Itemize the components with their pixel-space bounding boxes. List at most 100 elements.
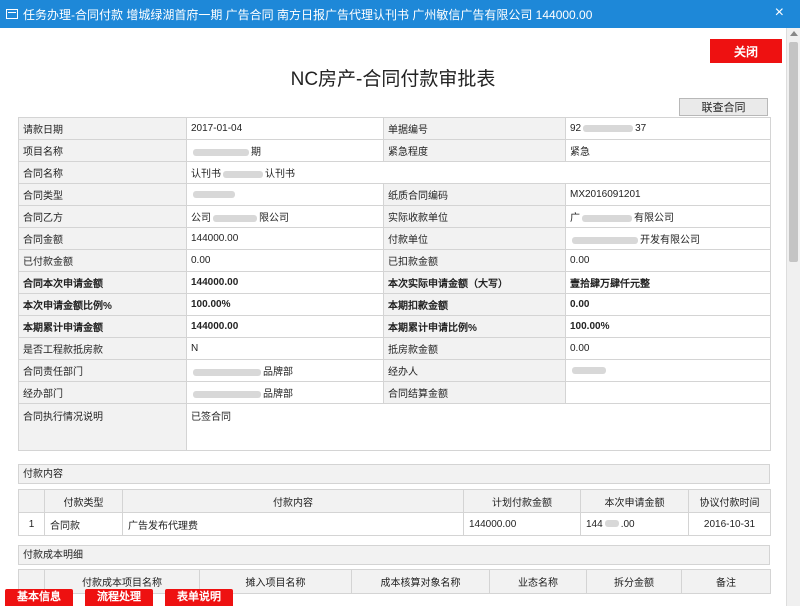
table-row: 合同乙方 公司 限公司 实际收款单位 广 有限公司	[18, 205, 771, 228]
payee-part: 有限公司	[634, 213, 674, 224]
urgency-value: 紧急	[565, 139, 771, 162]
resp-dept-part: 品牌部	[263, 367, 293, 378]
eng-offset-label: 是否工程款抵房款	[18, 337, 187, 360]
column-header: 业态名称	[489, 569, 587, 594]
current-amount-part: 144	[586, 518, 603, 530]
party-b-value: 公司 限公司	[186, 205, 384, 228]
payee-value: 广 有限公司	[565, 205, 771, 228]
contract-amount-label: 合同金额	[18, 227, 187, 250]
redaction-blur	[193, 368, 261, 376]
doc-no-value: 92 37	[565, 117, 771, 140]
payment-content-table: 付款类型 付款内容 计划付款金额 本次申请金额 协议付款时间 1 合同款 广告发…	[18, 489, 771, 536]
settle-amount-value	[565, 381, 771, 404]
table-row: 本期累计申请金额 144000.00 本期累计申请比例% 100.00%	[18, 315, 771, 338]
table-row: 本次申请金额比例% 100.00% 本期扣款金额 0.00	[18, 293, 771, 316]
request-date-value: 2017-01-04	[186, 117, 384, 140]
actual-upper-label: 本次实际申请金额（大写）	[383, 271, 566, 294]
column-header: 本次申请金额	[580, 489, 689, 513]
payment-section-header: 付款内容	[18, 464, 770, 484]
tab-process[interactable]: 流程处理	[85, 589, 153, 606]
window-icon	[6, 9, 18, 19]
column-header: 备注	[681, 569, 771, 594]
redaction-blur	[193, 148, 249, 156]
window-title: 任务办理-合同付款 增城绿湖首府一期 广告合同 南方日报广告代理认刊书 广州敏信…	[23, 7, 593, 22]
contract-name-value: 认刊书 认刊书	[186, 161, 771, 184]
project-name-value: 期	[186, 139, 384, 162]
doc-no-suffix: 37	[635, 123, 647, 134]
tab-form-description[interactable]: 表单说明	[165, 589, 233, 606]
offset-amount-label: 抵房款金额	[383, 337, 566, 360]
doc-no-label: 单据编号	[383, 117, 566, 140]
payment-content-cell: 广告发布代理费	[122, 512, 464, 536]
table-row: 经办部门 品牌部 合同结算金额	[18, 381, 771, 404]
urgency-label: 紧急程度	[383, 139, 566, 162]
scrollbar-thumb[interactable]	[789, 42, 798, 262]
cum-request-label: 本期累计申请金额	[18, 315, 187, 338]
current-amount-cell: 144.00	[580, 512, 689, 536]
scroll-up-arrow-icon[interactable]	[790, 31, 798, 36]
paper-contract-no-label: 纸质合同编码	[383, 183, 566, 206]
table-row: 项目名称 期 紧急程度 紧急	[18, 139, 771, 162]
contract-name-part: 认刊书	[265, 169, 295, 180]
table-row: 请款日期 2017-01-04 单据编号 92 37	[18, 117, 771, 140]
cum-ratio-value: 100.00%	[565, 315, 771, 338]
row-number: 1	[18, 512, 45, 536]
eng-offset-value: N	[186, 337, 384, 360]
approval-form-content: 关闭 NC房产-合同付款审批表 联查合同 请款日期 2017-01-04 单据编…	[0, 28, 786, 606]
redaction-blur	[193, 390, 261, 398]
column-header: 拆分金额	[586, 569, 682, 594]
deducted-amount-value: 0.00	[565, 249, 771, 272]
page-title: NC房产-合同付款审批表	[290, 69, 496, 90]
contract-amount-value: 144000.00	[186, 227, 384, 250]
party-b-label: 合同乙方	[18, 205, 187, 228]
handler-dept-part: 品牌部	[263, 389, 293, 400]
table-row: 是否工程款抵房款 N 抵房款金额 0.00	[18, 337, 771, 360]
deducted-amount-label: 已扣款金额	[383, 249, 566, 272]
table-row: 合同金额 144000.00 付款单位 开发有限公司	[18, 227, 771, 250]
vertical-scrollbar[interactable]	[786, 28, 800, 606]
handler-dept-value: 品牌部	[186, 381, 384, 404]
bottom-tab-bar: 基本信息 流程处理 表单说明	[5, 589, 245, 606]
project-name-tail: 期	[251, 147, 261, 158]
party-b-part: 限公司	[259, 213, 289, 224]
close-button[interactable]: 关闭	[710, 39, 782, 63]
table-row: 付款类型 付款内容 计划付款金额 本次申请金额 协议付款时间	[18, 489, 771, 513]
payer-value: 开发有限公司	[565, 227, 771, 250]
offset-amount-value: 0.00	[565, 337, 771, 360]
planned-amount-cell: 144000.00	[463, 512, 581, 536]
handler-value	[565, 359, 771, 382]
table-row: 已付款金额 0.00 已扣款金额 0.00	[18, 249, 771, 272]
period-deduct-label: 本期扣款金额	[383, 293, 566, 316]
payer-part: 开发有限公司	[640, 235, 700, 246]
table-row: 合同执行情况说明 已签合同	[18, 403, 771, 451]
window-close-icon[interactable]: ×	[775, 5, 784, 21]
redaction-blur	[604, 520, 619, 528]
related-contract-button[interactable]: 联查合同	[679, 98, 768, 116]
column-header: 成本核算对象名称	[351, 569, 490, 594]
redaction-blur	[572, 366, 606, 374]
request-ratio-value: 100.00%	[186, 293, 384, 316]
paper-contract-no-value: MX2016091201	[565, 183, 771, 206]
column-header: 付款类型	[44, 489, 123, 513]
exec-label: 合同执行情况说明	[18, 403, 187, 451]
current-request-value: 144000.00	[186, 271, 384, 294]
table-row: 合同责任部门 品牌部 经办人	[18, 359, 771, 382]
table-row: 合同名称 认刊书 认刊书	[18, 161, 771, 184]
resp-dept-value: 品牌部	[186, 359, 384, 382]
current-amount-part: .00	[620, 518, 635, 530]
handler-label: 经办人	[383, 359, 566, 382]
contract-name-part: 认刊书	[191, 169, 221, 180]
redaction-blur	[583, 124, 634, 132]
settle-amount-label: 合同结算金额	[383, 381, 566, 404]
party-b-part: 公司	[191, 213, 211, 224]
actual-upper-value: 壹拾肆万肆仟元整	[565, 271, 771, 294]
contract-type-value	[186, 183, 384, 206]
resp-dept-label: 合同责任部门	[18, 359, 187, 382]
table-row: 合同本次申请金额 144000.00 本次实际申请金额（大写） 壹拾肆万肆仟元整	[18, 271, 771, 294]
payment-type-cell: 合同款	[44, 512, 123, 536]
tab-basic-info[interactable]: 基本信息	[5, 589, 73, 606]
table-row[interactable]: 1 合同款 广告发布代理费 144000.00 144.00 2016-10-3…	[18, 512, 771, 536]
project-name-label: 项目名称	[18, 139, 187, 162]
redaction-blur	[582, 214, 632, 222]
table-row: 合同类型 纸质合同编码 MX2016091201	[18, 183, 771, 206]
